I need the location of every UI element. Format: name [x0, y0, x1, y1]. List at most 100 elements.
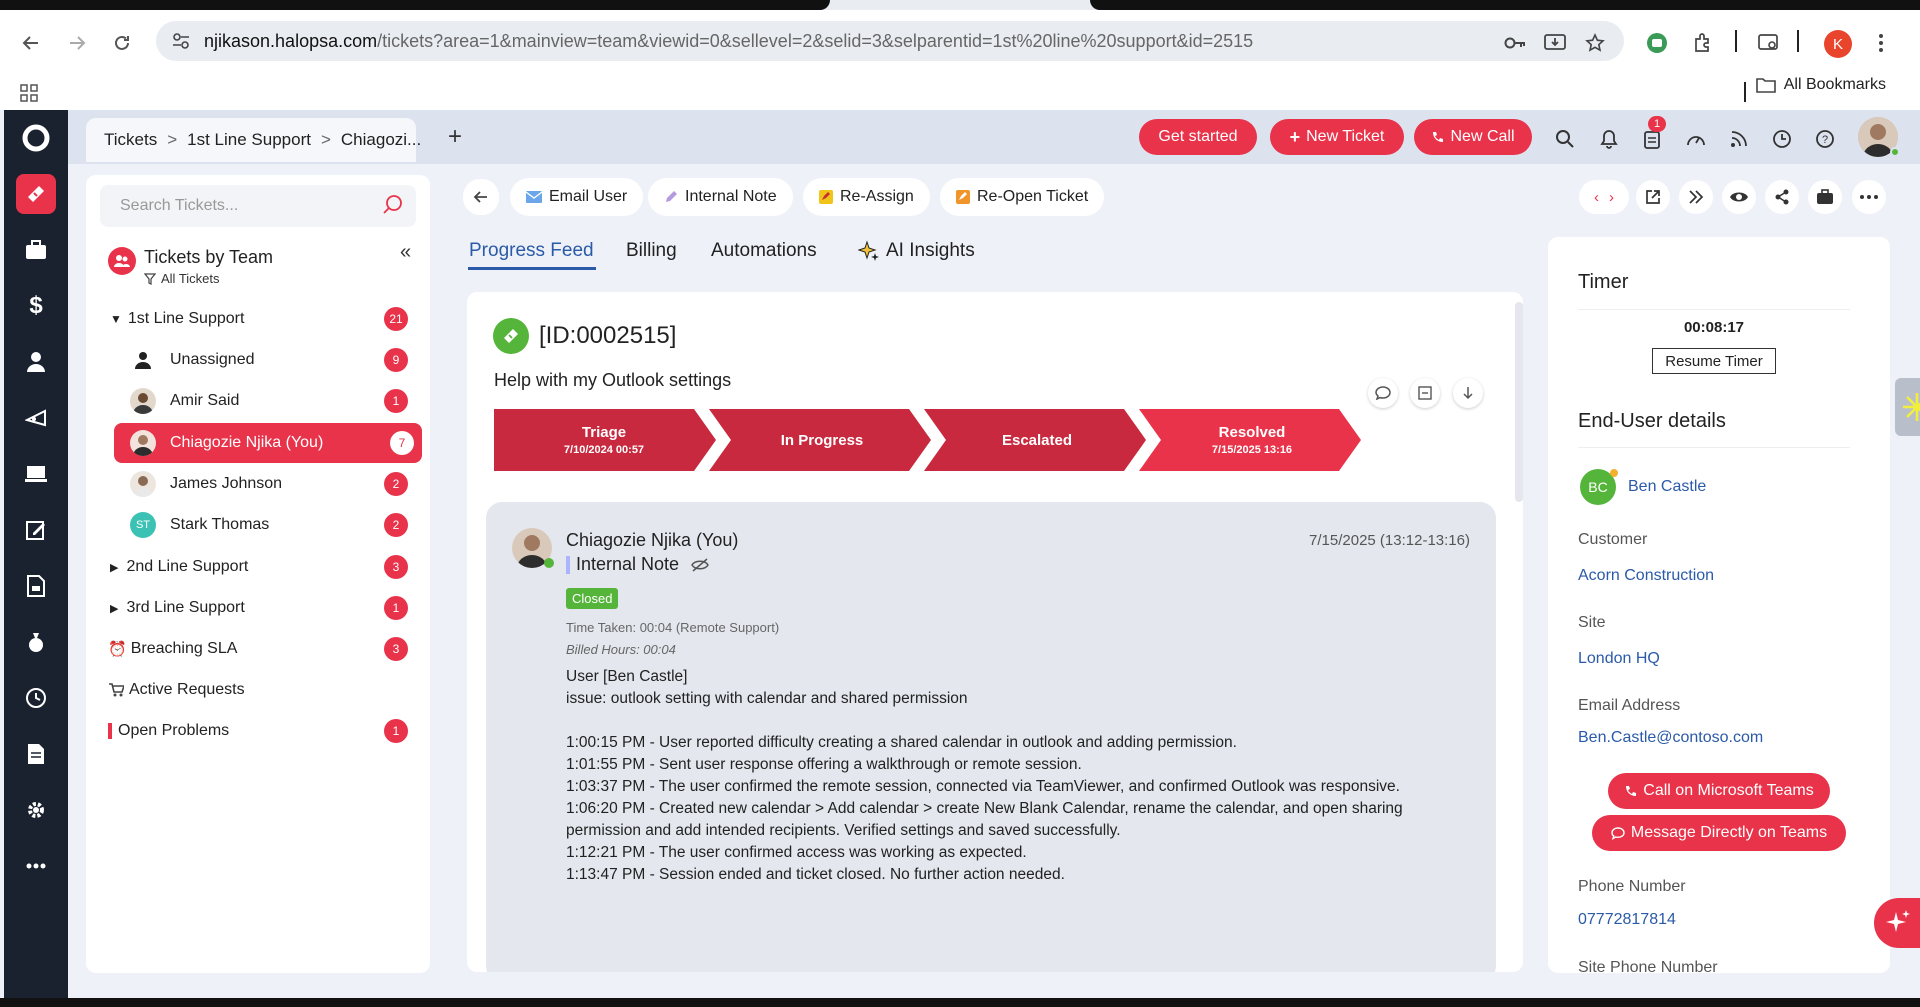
tree-item-james-johnson[interactable]: James Johnson 2 [100, 467, 416, 501]
call-teams-button[interactable]: Call on Microsoft Teams [1608, 773, 1830, 809]
tree-item-breaching-sla[interactable]: ⏰ Breaching SLA 3 [100, 632, 416, 666]
resume-timer-button[interactable]: Resume Timer [1652, 348, 1776, 374]
new-ticket-button[interactable]: + New Ticket [1270, 119, 1404, 155]
tab-automations[interactable]: Automations [711, 240, 817, 262]
apps-grid-icon[interactable] [20, 84, 38, 102]
phone-link[interactable]: 07772817814 [1578, 911, 1676, 929]
help-icon[interactable]: ? [1810, 124, 1840, 154]
watch-eye-icon[interactable] [1722, 180, 1756, 214]
user-nav-icon[interactable] [16, 342, 56, 382]
edit-nav-icon[interactable] [16, 510, 56, 550]
dollar-nav-icon[interactable]: $ [16, 286, 56, 326]
add-tab-button[interactable]: + [440, 122, 470, 152]
tab-ai-insights[interactable]: AI Insights [858, 240, 975, 262]
expanded-caret-icon[interactable]: ▼ [110, 312, 122, 326]
email-user-button[interactable]: Email User [510, 178, 644, 216]
more-nav-icon[interactable] [16, 846, 56, 886]
ai-assistant-button[interactable] [1874, 898, 1920, 948]
stage-escalated[interactable]: Escalated [935, 409, 1139, 471]
tree-item-stark-thomas[interactable]: ST Stark Thomas 2 [100, 508, 416, 542]
sort-down-arrow-icon[interactable] [1453, 378, 1483, 408]
site-settings-icon[interactable] [170, 30, 192, 52]
device-nav-icon[interactable] [16, 454, 56, 494]
clock-nav-icon[interactable] [16, 678, 56, 718]
campaign-nav-icon[interactable] [16, 398, 56, 438]
open-external-icon[interactable] [1636, 180, 1670, 214]
briefcase-icon[interactable] [1808, 180, 1842, 214]
document-nav-icon[interactable] [16, 566, 56, 606]
alarm-clock-icon: ⏰ [108, 641, 127, 658]
tab-progress-feed[interactable]: Progress Feed [469, 240, 594, 262]
internal-note-button[interactable]: Internal Note [648, 178, 793, 216]
tree-item-2nd-line-support[interactable]: ▶ 2nd Line Support 3 [100, 550, 416, 584]
notifications-bell-icon[interactable] [1594, 124, 1624, 154]
stage-in-progress[interactable]: In Progress [720, 409, 924, 471]
extensions-puzzle-icon[interactable] [1690, 30, 1716, 56]
extension-green-icon[interactable] [1644, 30, 1670, 56]
profile-avatar[interactable]: K [1824, 30, 1852, 58]
get-started-button[interactable]: Get started [1139, 119, 1257, 155]
key-icon[interactable] [1502, 30, 1528, 56]
enduser-name-link[interactable]: Ben Castle [1628, 478, 1706, 496]
tab-search-icon[interactable] [1756, 30, 1782, 56]
message-teams-button[interactable]: Message Directly on Teams [1592, 815, 1846, 851]
forward-arrow-icon[interactable] [62, 28, 92, 58]
tree-item-chiagozie-njika[interactable]: Chiagozie Njika (You) 7 [114, 423, 422, 463]
browser-menu-icon[interactable] [1868, 30, 1894, 56]
stage-triage[interactable]: Triage 7/10/2024 00:57 [494, 409, 714, 471]
collapse-panel-icon[interactable]: « [400, 241, 411, 264]
customer-link[interactable]: Acorn Construction [1578, 567, 1714, 585]
tree-item-3rd-line-support[interactable]: ▶ 3rd Line Support 1 [100, 591, 416, 625]
new-call-button[interactable]: New Call [1414, 119, 1532, 155]
reassign-button[interactable]: Re-Assign [803, 178, 930, 216]
collapse-all-icon[interactable] [1410, 378, 1440, 408]
breadcrumb-agent[interactable]: Chiagozi... [341, 130, 421, 150]
tree-item-1st-line-support[interactable]: ▼ 1st Line Support 21 [100, 302, 416, 336]
chevron-left-icon[interactable]: ‹ [1594, 189, 1599, 206]
halo-logo-icon[interactable] [16, 118, 56, 158]
share-icon[interactable] [1765, 180, 1799, 214]
filter-all-tickets[interactable]: All Tickets [144, 271, 220, 286]
tickets-nav-icon[interactable] [16, 174, 56, 214]
reload-icon[interactable] [107, 28, 137, 58]
floating-widget-tab[interactable] [1895, 378, 1920, 436]
email-link[interactable]: Ben.Castle@contoso.com [1578, 729, 1763, 747]
tree-item-amir-said[interactable]: Amir Said 1 [100, 384, 416, 418]
rss-feed-icon[interactable] [1724, 124, 1754, 154]
reopen-ticket-button[interactable]: Re-Open Ticket [940, 178, 1105, 216]
collapsed-caret-icon[interactable]: ▶ [110, 561, 118, 574]
history-clock-icon[interactable] [1767, 124, 1797, 154]
search-icon[interactable] [382, 194, 404, 216]
install-app-icon[interactable] [1542, 30, 1568, 56]
breadcrumb-tickets[interactable]: Tickets [104, 130, 157, 150]
moneybag-nav-icon[interactable] [16, 622, 56, 662]
search-tickets-input[interactable]: Search Tickets... [100, 185, 416, 227]
briefcase-nav-icon[interactable] [16, 230, 56, 270]
reassign-label: Re-Assign [840, 188, 914, 205]
prev-next-ticket[interactable]: ‹ › [1579, 180, 1629, 214]
tab-billing[interactable]: Billing [626, 240, 677, 262]
stage-resolved[interactable]: Resolved 7/15/2025 13:16 [1150, 409, 1354, 471]
tree-item-label: Open Problems [118, 722, 230, 739]
address-bar[interactable]: njikason.halopsa.com/tickets?area=1&main… [156, 21, 1624, 61]
scrollbar[interactable] [1515, 302, 1523, 502]
more-options-icon[interactable] [1852, 180, 1886, 214]
report-nav-icon[interactable] [16, 734, 56, 774]
collapsed-caret-icon[interactable]: ▶ [110, 602, 118, 615]
star-icon[interactable] [1582, 30, 1608, 56]
chevron-right-icon[interactable]: › [1609, 189, 1614, 206]
double-chevron-right-icon[interactable] [1679, 180, 1713, 214]
comment-icon[interactable] [1368, 378, 1398, 408]
dashboard-gauge-icon[interactable] [1681, 124, 1711, 154]
online-status-dot [544, 558, 554, 568]
site-link[interactable]: London HQ [1578, 650, 1660, 668]
tree-item-open-problems[interactable]: Open Problems 1 [100, 714, 416, 748]
back-arrow-icon[interactable] [16, 28, 46, 58]
back-button[interactable] [463, 179, 499, 215]
tree-item-active-requests[interactable]: Active Requests [100, 673, 416, 707]
all-bookmarks[interactable]: All Bookmarks [1755, 76, 1886, 94]
search-icon[interactable] [1550, 124, 1580, 154]
settings-nav-icon[interactable] [16, 790, 56, 830]
breadcrumb-team[interactable]: 1st Line Support [187, 130, 311, 150]
tree-item-unassigned[interactable]: Unassigned 9 [100, 343, 416, 377]
